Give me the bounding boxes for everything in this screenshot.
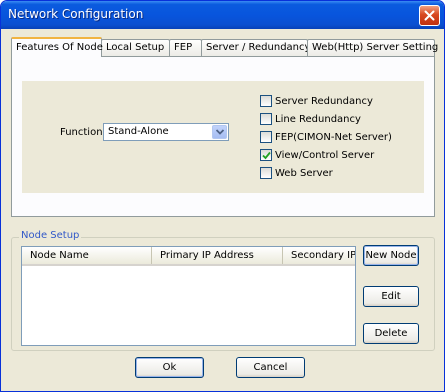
- tab-local-setup[interactable]: Local Setup: [101, 39, 170, 56]
- node-list-header: Node Name Primary IP Address Secondary I…: [22, 247, 355, 266]
- option-web-server[interactable]: Web Server: [260, 166, 333, 180]
- check-icon: [262, 151, 271, 160]
- checkbox[interactable]: [260, 113, 272, 125]
- checkbox[interactable]: [260, 95, 272, 107]
- tab-panel-features: Function Stand-Alone Server Redundancy L…: [11, 56, 435, 217]
- column-node-name[interactable]: Node Name: [22, 247, 152, 264]
- option-label: Web Server: [275, 167, 333, 179]
- dropdown-button[interactable]: [212, 125, 227, 139]
- ok-button[interactable]: Ok: [135, 357, 204, 378]
- function-select-value: Stand-Alone: [108, 126, 169, 137]
- network-configuration-dialog: Network Configuration Features Of Node L…: [0, 0, 445, 392]
- tab-fep[interactable]: FEP: [169, 39, 202, 56]
- edit-button[interactable]: Edit: [363, 286, 419, 307]
- node-list[interactable]: Node Name Primary IP Address Secondary I…: [21, 246, 356, 346]
- checkbox[interactable]: [260, 131, 272, 143]
- close-icon: [424, 10, 435, 21]
- column-primary-ip[interactable]: Primary IP Address: [152, 247, 283, 264]
- function-label: Function: [60, 127, 103, 138]
- tab-server-redundancy[interactable]: Server / Redundancy: [201, 39, 310, 56]
- checkbox-checked[interactable]: [260, 149, 272, 161]
- option-label: Line Redundancy: [275, 113, 361, 125]
- node-setup-title: Node Setup: [19, 230, 82, 241]
- delete-button[interactable]: Delete: [363, 323, 419, 344]
- tab-strip: Features Of Node Local Setup FEP Server …: [11, 37, 438, 57]
- window-title: Network Configuration: [8, 7, 144, 21]
- tab-web-server-setting[interactable]: Web(Http) Server Setting: [307, 39, 438, 56]
- option-line-redundancy[interactable]: Line Redundancy: [260, 112, 361, 126]
- option-fep-cimon-net-server[interactable]: FEP(CIMON-Net Server): [260, 130, 392, 144]
- option-label: FEP(CIMON-Net Server): [275, 131, 392, 143]
- chevron-down-icon: [215, 129, 224, 135]
- function-select[interactable]: Stand-Alone: [103, 123, 229, 141]
- title-bar[interactable]: Network Configuration: [1, 1, 444, 29]
- option-server-redundancy[interactable]: Server Redundancy: [260, 94, 373, 108]
- tab-features-of-node[interactable]: Features Of Node: [11, 37, 103, 57]
- close-button[interactable]: [419, 5, 440, 26]
- option-label: Server Redundancy: [275, 95, 373, 107]
- column-secondary-ip[interactable]: Secondary IP A: [283, 247, 355, 264]
- features-section: Function Stand-Alone Server Redundancy L…: [22, 81, 424, 193]
- option-view-control-server[interactable]: View/Control Server: [260, 148, 374, 162]
- option-label: View/Control Server: [275, 149, 375, 161]
- cancel-button[interactable]: Cancel: [236, 357, 305, 378]
- new-node-button[interactable]: New Node: [363, 245, 419, 266]
- checkbox[interactable]: [260, 167, 272, 179]
